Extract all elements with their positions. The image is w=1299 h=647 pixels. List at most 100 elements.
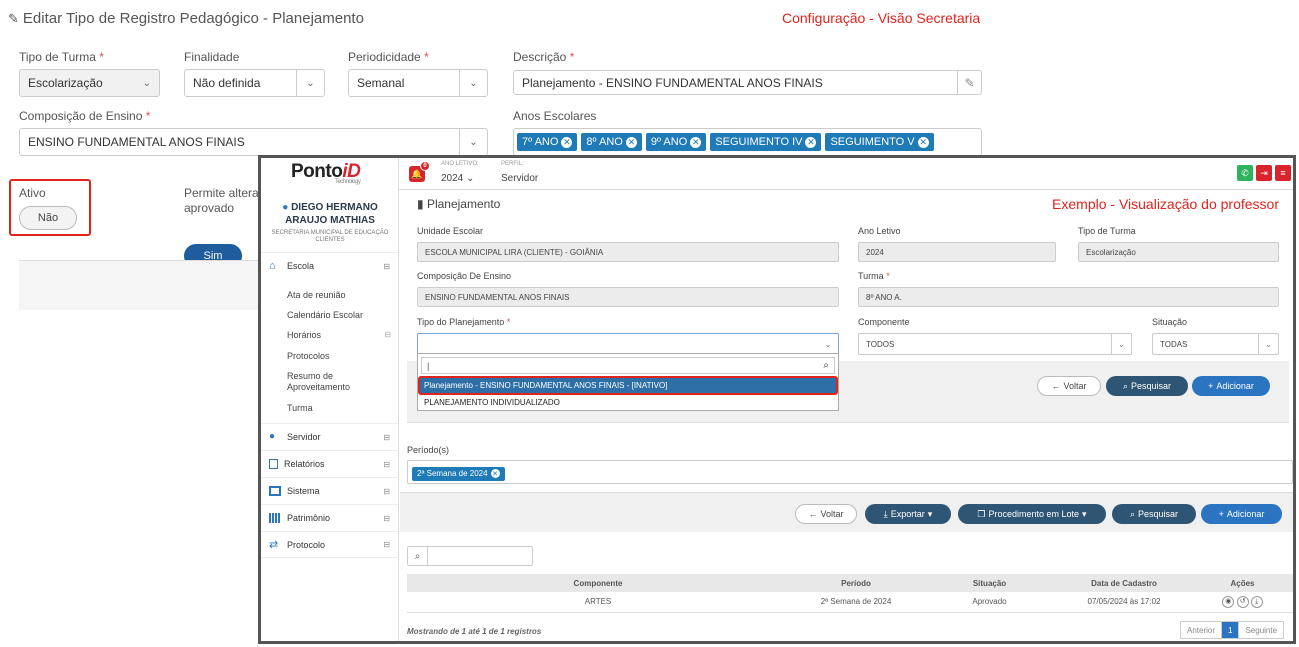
download-icon[interactable]: ⤓	[1250, 595, 1263, 608]
barcode-icon	[269, 513, 281, 523]
sidebar-item-relatorios[interactable]: Relatórios ⊟	[261, 450, 398, 477]
edit-icon[interactable]: ✎	[957, 71, 981, 94]
annotation-professor: Exemplo - Visualização do professor	[1052, 196, 1279, 212]
pesquisar-button[interactable]: ⌕ Pesquisar	[1106, 376, 1188, 396]
chevron-down-icon: ⌄	[469, 136, 478, 148]
sidebar-subitem[interactable]: Resumo de Aproveitamento	[287, 371, 350, 393]
pager-next[interactable]: Seguinte	[1238, 622, 1283, 638]
pager-page[interactable]: 1	[1222, 622, 1239, 638]
voltar-button-2[interactable]: ← Voltar	[795, 504, 857, 524]
unidade-input: ESCOLA MUNICIPAL LIRA (CLIENTE) - GOIÂNI…	[417, 242, 839, 262]
sidebar-subitem[interactable]: Protocolos	[287, 351, 330, 361]
ano-input: 2024	[858, 242, 1056, 262]
finalidade-label: Finalidade	[184, 50, 240, 64]
sidebar-subitem[interactable]: Calendário Escolar	[287, 310, 363, 320]
logo: PontoiD Technology	[291, 161, 361, 185]
col-header[interactable]: Componente	[407, 574, 789, 592]
dropdown-option[interactable]: PLANEJAMENTO INDIVIDUALIZADO	[418, 394, 838, 410]
ativo-label: Ativo	[19, 186, 46, 200]
tipo-turma-label: Tipo de Turma	[1078, 226, 1136, 236]
exportar-button[interactable]: ⤓ Exportar ▾	[865, 504, 951, 524]
sidebar-item-escola[interactable]: ⌂ Escola ⊟	[261, 252, 398, 279]
pagination: Anterior 1 Seguinte	[1180, 621, 1285, 639]
sidebar-item-servidor[interactable]: ● Servidor ⊟	[261, 423, 398, 450]
sidebar: PontoiD Technology ● DIEGO HERMANO ARAUJ…	[261, 158, 399, 641]
composicao-label: Composição De Ensino	[417, 271, 512, 281]
finalidade-select[interactable]: Não definida ⌄	[184, 69, 325, 97]
voltar-button[interactable]: ← Voltar	[1037, 376, 1101, 396]
ativo-toggle[interactable]: Não	[19, 206, 77, 230]
tipo-plan-select[interactable]: ⌄	[417, 333, 839, 355]
sidebar-item-protocolo[interactable]: ⇄ Protocolo ⊟	[261, 531, 398, 558]
col-header[interactable]: Período	[789, 574, 923, 592]
user-card: ● DIEGO HERMANO ARAUJO MATHIAS SECRETARI…	[271, 202, 389, 243]
composicao-select[interactable]: ENSINO FUNDAMENTAL ANOS FINAIS ⌄	[19, 128, 488, 156]
undo-icon[interactable]: ↺	[1236, 595, 1249, 608]
chevron-down-icon: ⌄	[824, 339, 832, 349]
remove-icon: ✕	[561, 136, 573, 148]
bell-icon[interactable]: 🔔 0	[409, 161, 430, 182]
pager-prev[interactable]: Anterior	[1181, 622, 1223, 638]
periodicidade-select[interactable]: Semanal ⌄	[348, 69, 488, 97]
whatsapp-icon[interactable]: ✆	[1237, 165, 1253, 181]
dropdown-option-selected[interactable]: Planejamento - ENSINO FUNDAMENTAL ANOS F…	[418, 376, 838, 395]
tag-8ano[interactable]: 8º ANO ✕	[581, 133, 642, 151]
main-content: ▮ Planejamento Exemplo - Visualização do…	[400, 190, 1293, 641]
exchange-icon: ⇄	[269, 538, 279, 551]
dropdown-search-input[interactable]: | ⌕	[421, 357, 835, 374]
annotation-secretaria: Configuração - Visão Secretaria	[782, 10, 981, 26]
book-icon: ▮	[417, 197, 424, 211]
tag-seg-iv[interactable]: SEGUIMENTO IV ✕	[710, 133, 822, 151]
tipo-turma-label: Tipo de Turma *	[19, 50, 104, 64]
edit-icon: ✎	[8, 10, 19, 26]
sidebar-item-sistema[interactable]: Sistema ⊟	[261, 477, 398, 504]
procedimento-lote-button[interactable]: ❐ Procedimento em Lote ▾	[958, 504, 1106, 524]
situacao-select[interactable]: TODAS ⌄	[1152, 333, 1279, 355]
col-header[interactable]: Data de Cadastro	[1056, 574, 1192, 592]
composicao-label: Composição de Ensino *	[19, 109, 151, 123]
remove-icon: ✕	[917, 136, 929, 148]
remove-icon: ✕	[690, 136, 702, 148]
chevron-down-icon: ⌄	[1258, 334, 1278, 354]
tag-seg-v[interactable]: SEGUIMENTO V ✕	[825, 133, 934, 151]
results-table: Componente Período Situação Data de Cada…	[407, 574, 1293, 613]
col-header[interactable]: Situação	[923, 574, 1056, 592]
eye-icon[interactable]: ◉	[1222, 595, 1235, 608]
turma-input: 8º ANO A.	[858, 287, 1279, 307]
periodicidade-label: Periodicidade *	[348, 50, 429, 64]
sidebar-item-patrimonio[interactable]: Patrimônio ⊟	[261, 504, 398, 531]
periodos-multiselect[interactable]: 2ª Semana de 2024 ✕	[407, 460, 1293, 484]
tipo-turma-input: Escolarização	[1078, 242, 1279, 262]
pesquisar-button-2[interactable]: ⌕ Pesquisar	[1112, 504, 1196, 524]
componente-select[interactable]: TODOS ⌄	[858, 333, 1132, 355]
remove-icon: ✕	[805, 136, 817, 148]
periodo-tag[interactable]: 2ª Semana de 2024 ✕	[412, 466, 505, 481]
sidebar-subitem[interactable]: Turma	[287, 403, 313, 413]
anos-label: Anos Escolares	[513, 109, 597, 123]
panel-title: ▮ Planejamento	[417, 197, 501, 211]
monitor-icon	[269, 486, 281, 496]
tag-9ano[interactable]: 9º ANO ✕	[645, 133, 707, 151]
anos-multiselect[interactable]: 7º ANO ✕ 8º ANO ✕ 9º ANO ✕ SEGUIMENTO IV ✕ S…	[513, 128, 982, 156]
sidebar-subitem[interactable]: Ata de reunião	[287, 290, 346, 300]
user-icon: ●	[269, 431, 276, 442]
unidade-label: Unidade Escolar	[417, 226, 484, 236]
sidebar-subitem[interactable]: Horários ⊟	[287, 330, 391, 340]
user-icon: ●	[282, 202, 289, 213]
ano-letivo-select[interactable]: 2024 ⌄	[441, 173, 474, 184]
remove-icon: ✕	[625, 136, 637, 148]
logout-icon[interactable]: ⇥	[1256, 165, 1272, 181]
menu-icon[interactable]: ≡	[1275, 165, 1291, 181]
tag-7ano[interactable]: 7º ANO ✕	[517, 133, 578, 151]
tipo-turma-select[interactable]: Escolarização ⌄	[19, 69, 160, 97]
table-search-input[interactable]: ⌕	[407, 546, 533, 566]
situacao-label: Situação	[1152, 317, 1188, 327]
adicionar-button-2[interactable]: + Adicionar	[1201, 504, 1282, 524]
adicionar-button[interactable]: + Adicionar	[1192, 376, 1270, 396]
file-icon	[269, 459, 278, 469]
chevron-down-icon: ⌄	[1111, 334, 1131, 354]
descricao-input[interactable]: Planejamento - ENSINO FUNDAMENTAL ANOS F…	[513, 70, 982, 95]
copy-icon: ❐	[977, 508, 986, 519]
permite-label: Permite alterar aprovado	[184, 186, 263, 215]
table-info: Mostrando de 1 até 1 de 1 registros	[407, 627, 542, 636]
